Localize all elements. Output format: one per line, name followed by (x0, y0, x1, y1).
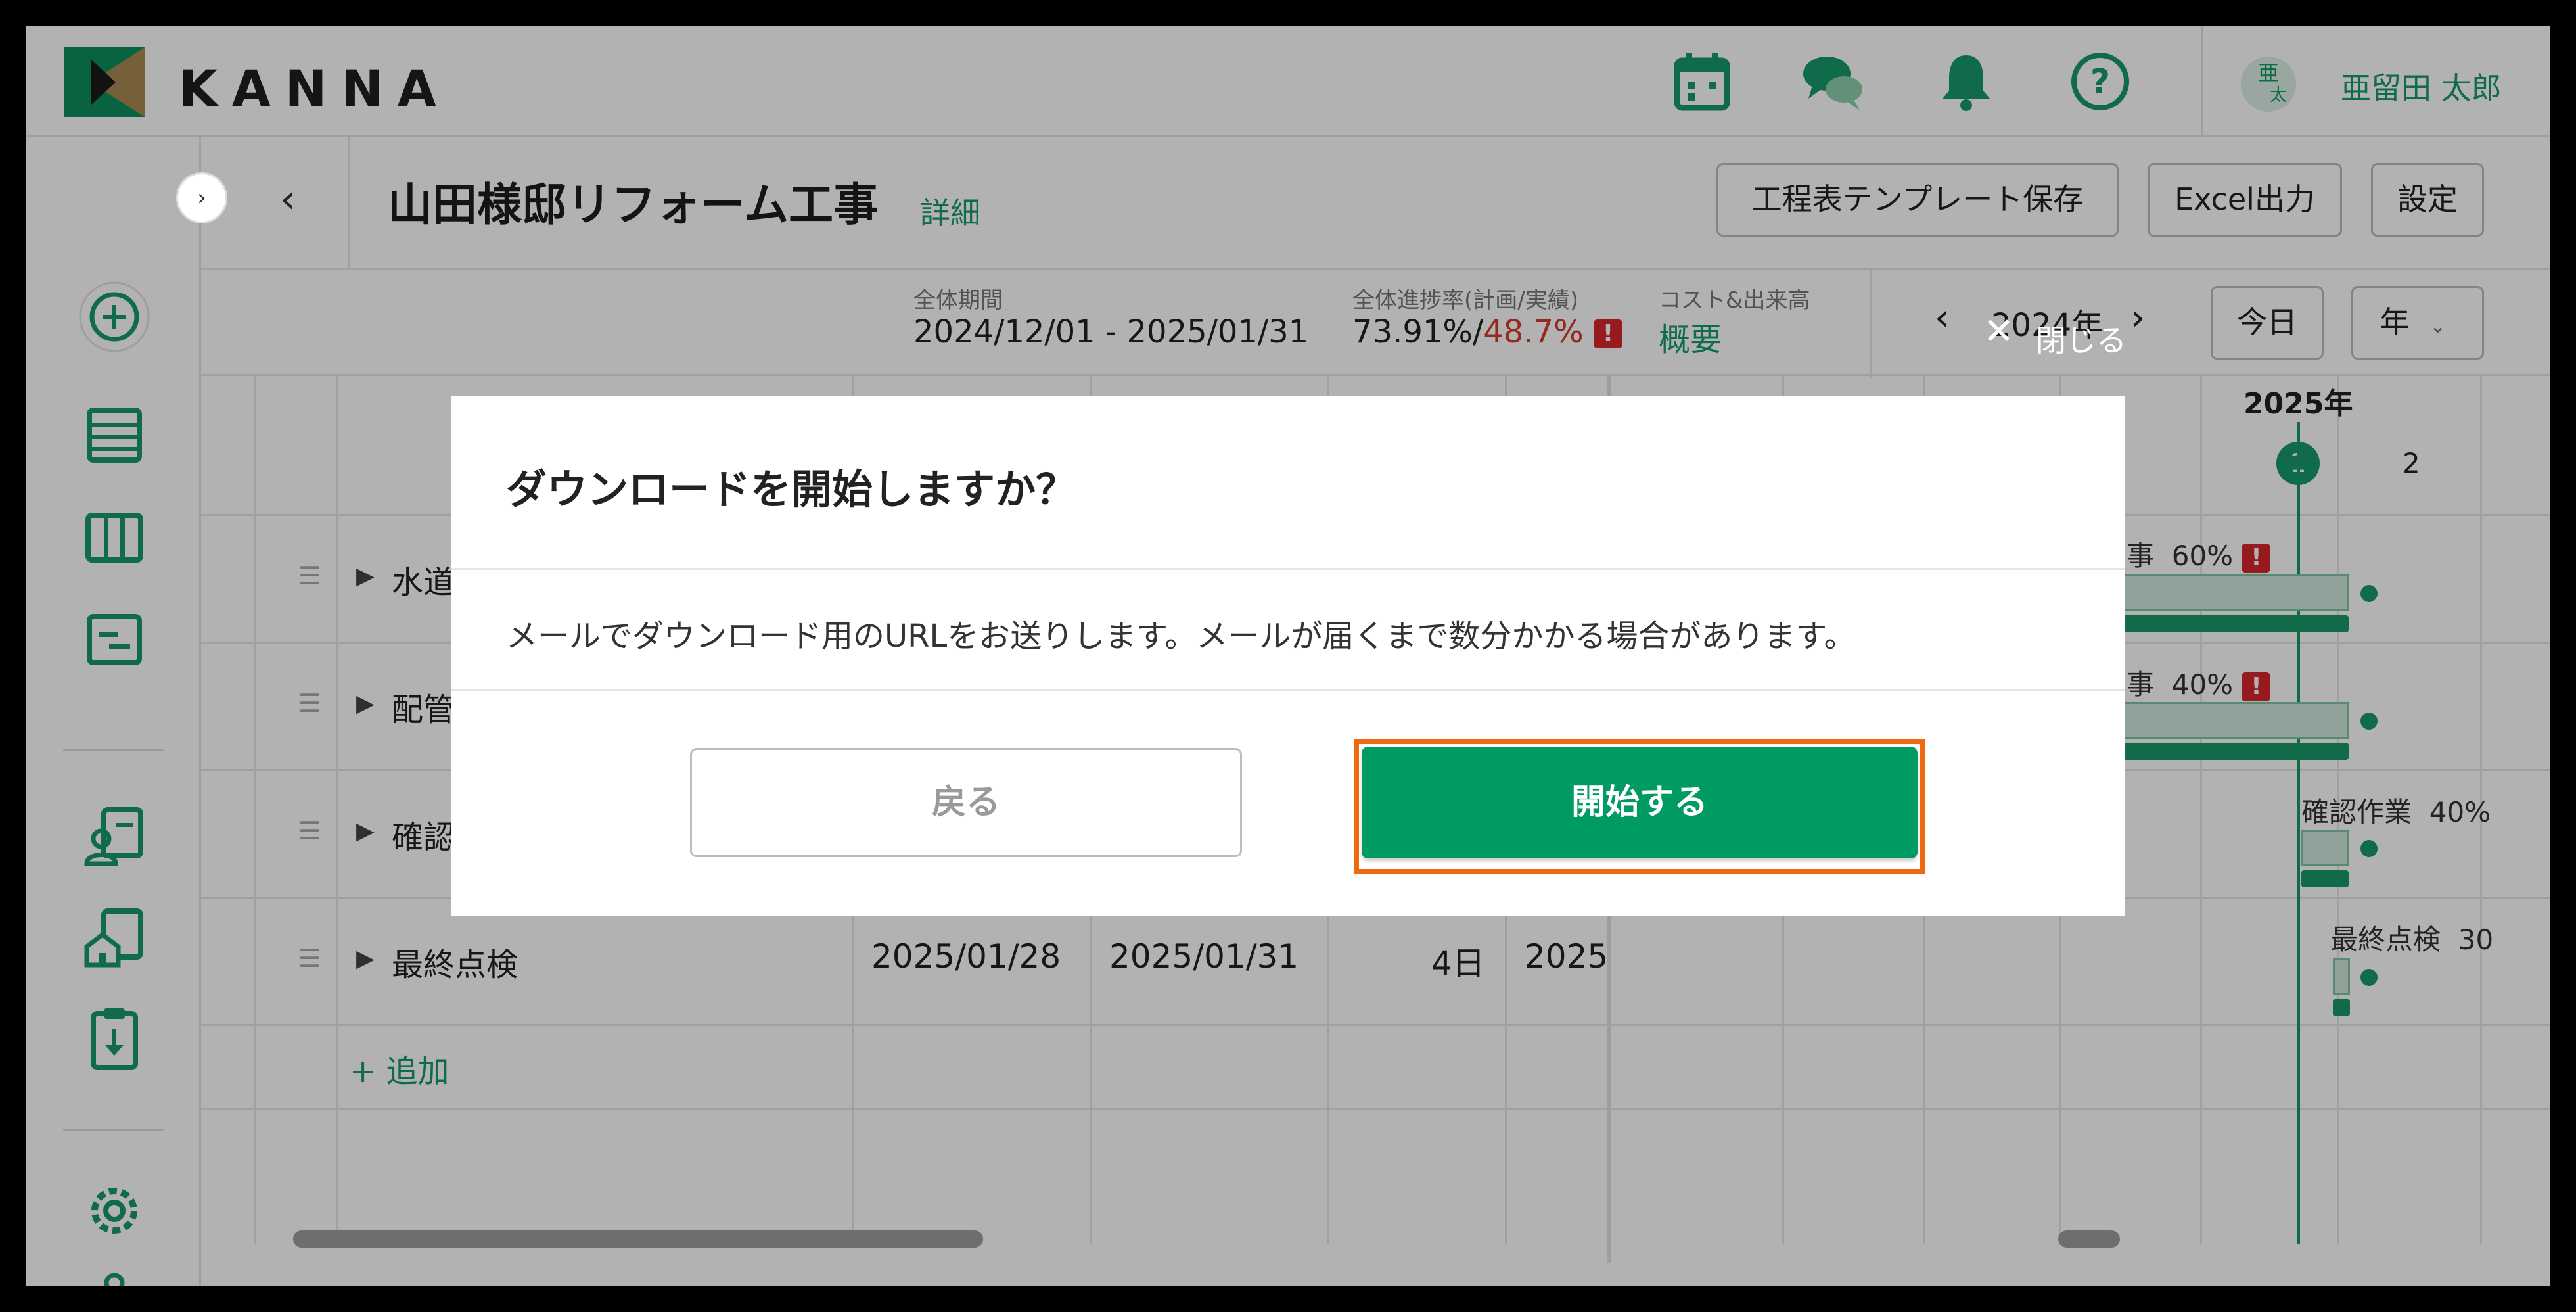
start-download-button[interactable]: 開始する (1362, 747, 1918, 858)
dialog-divider (451, 568, 2125, 570)
dialog-divider (451, 689, 2125, 691)
dialog-message: メールでダウンロード用のURLをお送りします。メールが届くまで数分かかる場合があ… (506, 618, 1856, 655)
sidebar-expand-button[interactable]: › (176, 172, 227, 223)
back-button[interactable]: 戻る (690, 748, 1242, 857)
dialog-title: ダウンロードを開始しますか？ (506, 465, 1077, 513)
download-confirm-dialog: ダウンロードを開始しますか？ メールでダウンロード用のURLをお送りします。メー… (451, 396, 2125, 916)
close-icon[interactable]: ✕ (1983, 310, 2014, 353)
close-label[interactable]: 閉じる (2036, 317, 2127, 360)
app-window: KANNA ? 亜 太 亜留田 太郎 › ‹ 山田様邸リフォーム工事 詳細 工程… (26, 26, 2550, 1286)
